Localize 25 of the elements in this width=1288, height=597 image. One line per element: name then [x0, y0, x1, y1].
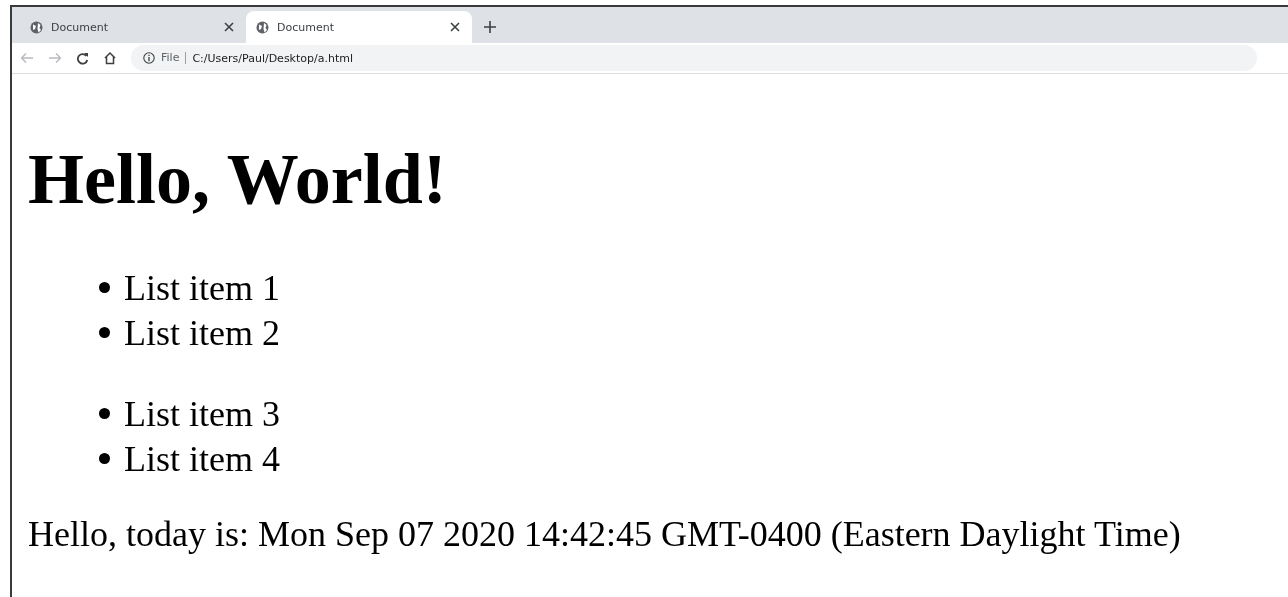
globe-icon	[256, 20, 269, 34]
close-icon[interactable]	[224, 22, 234, 32]
address-bar[interactable]: File C:/Users/Paul/Desktop/a.html	[131, 45, 1257, 71]
browser-tab[interactable]: Document	[246, 11, 472, 43]
tab-title: Document	[277, 20, 335, 34]
bullet-icon	[99, 408, 110, 419]
url-text: C:/Users/Paul/Desktop/a.html	[192, 51, 353, 65]
browser-tab[interactable]: Document	[20, 11, 246, 43]
date-text: Hello, today is: Mon Sep 07 2020 14:42:45 GMT-0400 (Eastern Daylight Time)	[28, 513, 1182, 555]
list-item: List item 3	[124, 392, 280, 435]
reload-icon[interactable]	[76, 51, 89, 65]
new-tab-icon[interactable]	[484, 21, 496, 33]
globe-icon	[30, 20, 43, 34]
list-item: List item 4	[124, 437, 280, 480]
list-item: List item 1	[124, 266, 280, 309]
bullet-icon	[99, 327, 110, 338]
home-icon[interactable]	[103, 51, 117, 65]
list-item: List item 2	[124, 311, 280, 354]
close-icon[interactable]	[450, 22, 460, 32]
bullet-icon	[99, 453, 110, 464]
bullet-icon	[99, 282, 110, 293]
info-icon[interactable]	[143, 52, 155, 64]
site-info-label[interactable]: File	[161, 52, 187, 64]
page-heading: Hello, World!	[28, 138, 448, 221]
tab-title: Document	[51, 20, 109, 34]
